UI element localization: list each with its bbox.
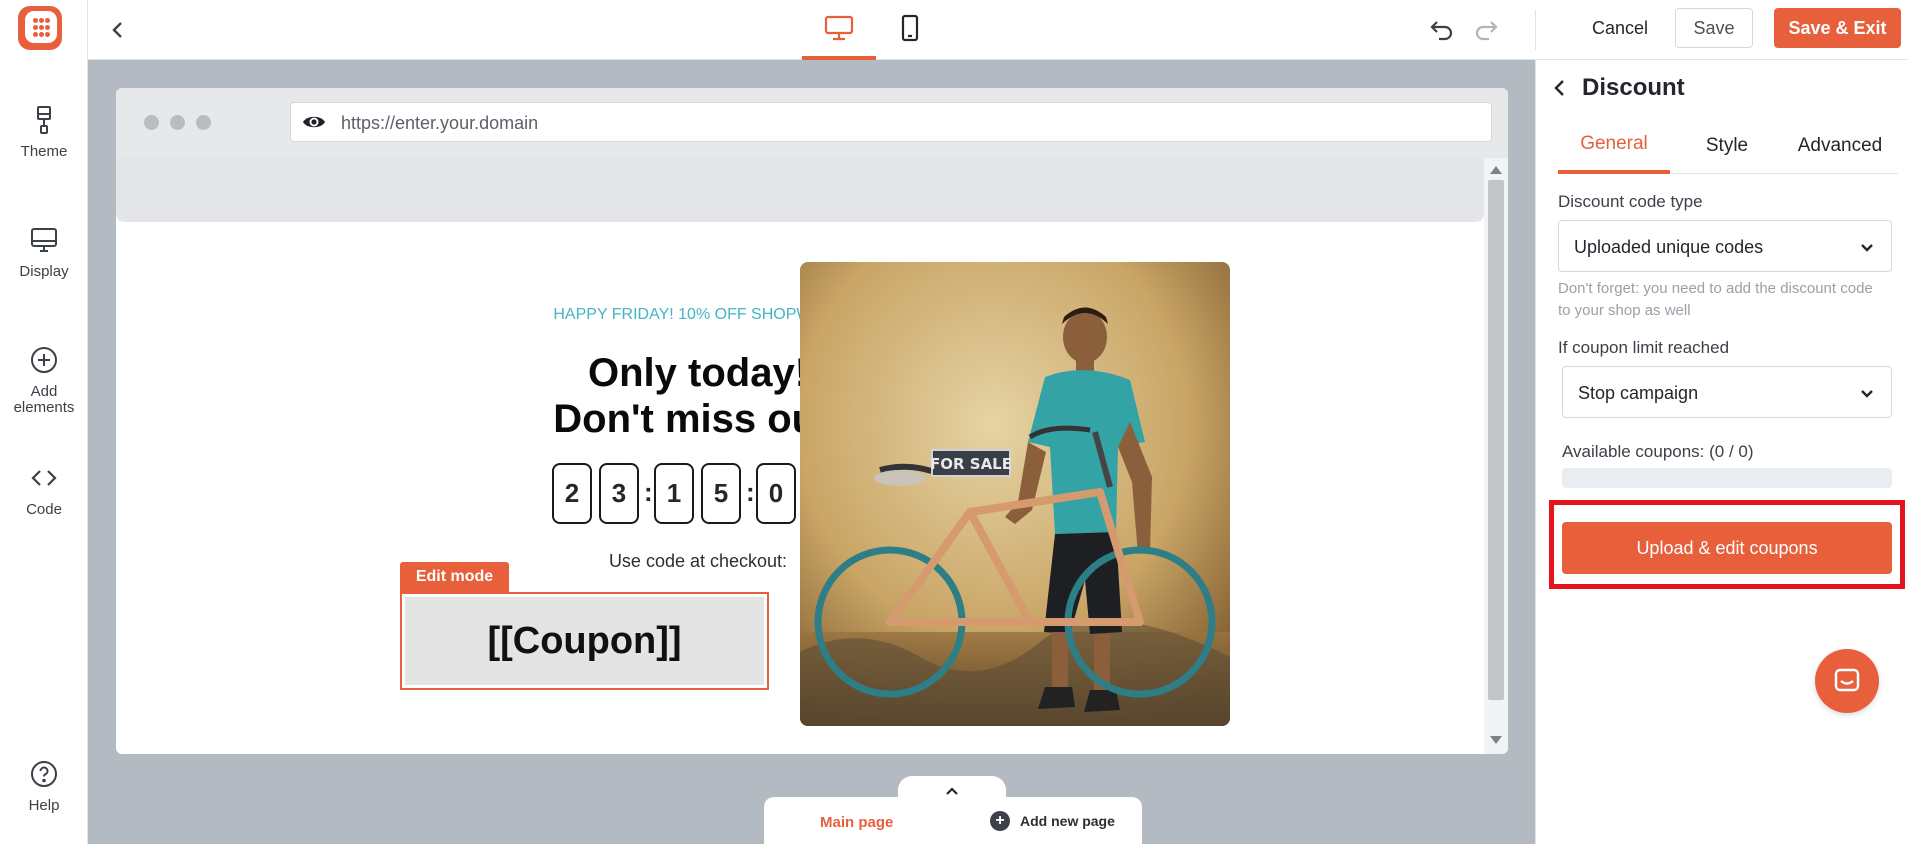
browser-preview: https://enter.your.domain HAPPY FRIDAY! …	[116, 88, 1508, 754]
coupon-limit-value: Stop campaign	[1578, 383, 1699, 403]
panel-header: Discount	[1552, 74, 1685, 102]
canvas-scrollbar[interactable]	[1484, 158, 1508, 754]
browser-chrome: https://enter.your.domain	[116, 88, 1508, 158]
toolbar-divider	[1535, 10, 1536, 50]
sidebar-item-display[interactable]: Display	[0, 224, 88, 280]
discount-type-value: Uploaded unique codes	[1574, 237, 1764, 257]
url-bar[interactable]: https://enter.your.domain	[290, 102, 1492, 142]
for-sale-sign: FOR SALE	[930, 455, 1012, 473]
countdown-digit: 2	[552, 463, 592, 524]
code-icon	[31, 470, 57, 486]
man-with-bicycle-photo: FOR SALE	[800, 262, 1230, 726]
redo-icon	[1475, 21, 1498, 41]
chevron-down-icon	[1861, 390, 1873, 398]
sidebar-item-label: Display	[19, 263, 69, 280]
monitor-icon	[31, 228, 57, 252]
save-and-exit-button[interactable]: Save & Exit	[1774, 8, 1901, 48]
panel-title: Discount	[1582, 74, 1685, 101]
mobile-icon	[901, 14, 919, 42]
pages-bar: Main page + Add new page	[764, 797, 1142, 844]
discount-type-label: Discount code type	[1558, 192, 1703, 211]
add-new-page-button[interactable]: + Add new page	[990, 811, 1115, 831]
hero-image[interactable]: FOR SALE	[800, 262, 1230, 726]
scroll-up-arrow[interactable]	[1490, 166, 1502, 174]
chevron-up-icon	[946, 787, 958, 795]
url-text: https://enter.your.domain	[341, 113, 539, 133]
sidebar-item-label: Code	[26, 501, 62, 518]
chat-icon	[1834, 668, 1860, 692]
window-dot	[144, 115, 159, 130]
chevron-down-icon	[1861, 244, 1873, 252]
eye-icon[interactable]	[301, 111, 327, 133]
coupon-code: [[Coupon]]	[405, 597, 764, 685]
tab-style[interactable]: Style	[1682, 118, 1772, 174]
highlight-box	[1549, 500, 1905, 589]
desktop-preview-button[interactable]	[802, 10, 876, 60]
sidebar-item-label: Add elements	[13, 383, 75, 416]
sidebar-item-add-elements[interactable]: Add elements	[0, 344, 88, 416]
countdown-separator: :	[644, 477, 653, 507]
tab-general[interactable]: General	[1558, 118, 1670, 174]
help-icon	[31, 761, 57, 787]
sidebar-item-code[interactable]: Code	[0, 462, 88, 518]
mobile-preview-button[interactable]	[873, 10, 947, 60]
edit-mode-badge: Edit mode	[400, 562, 509, 592]
tab-advanced[interactable]: Advanced	[1784, 118, 1896, 174]
help-label: Help	[28, 797, 60, 814]
back-button[interactable]	[100, 12, 136, 48]
coupon-element[interactable]: [[Coupon]]	[400, 592, 769, 690]
app-logo[interactable]	[18, 6, 62, 50]
countdown-timer[interactable]: 2 3 : 1 5 :	[432, 463, 755, 527]
sidebar-item-theme[interactable]: Theme	[0, 104, 88, 160]
window-dot	[196, 115, 211, 130]
available-coupons-bar	[1562, 468, 1892, 488]
discount-type-select[interactable]: Uploaded unique codes	[1558, 220, 1892, 272]
page-header-strip	[116, 158, 1484, 222]
redo-button[interactable]	[1470, 14, 1502, 46]
tab-main-page[interactable]: Main page	[820, 814, 893, 831]
desktop-icon	[824, 15, 854, 41]
settings-panel: Discount General Style Advanced Discount…	[1535, 60, 1907, 844]
top-toolbar: Cancel Save Save & Exit	[88, 0, 1907, 60]
scrollbar-thumb[interactable]	[1488, 180, 1504, 700]
undo-button[interactable]	[1426, 14, 1458, 46]
add-page-label: Add new page	[1020, 813, 1115, 829]
coupon-limit-label: If coupon limit reached	[1558, 338, 1730, 357]
save-button[interactable]: Save	[1675, 8, 1753, 48]
available-coupons-label: Available coupons: (0 / 0)	[1562, 442, 1754, 461]
countdown-digit: 0	[756, 463, 796, 524]
countdown-digit: 3	[599, 463, 639, 524]
cancel-button[interactable]: Cancel	[1575, 8, 1665, 48]
window-dot	[170, 115, 185, 130]
coupon-limit-select[interactable]: Stop campaign	[1562, 366, 1892, 418]
discount-hint: Don't forget: you need to add the discou…	[1558, 280, 1873, 319]
plus-circle-icon	[31, 347, 57, 373]
chevron-left-icon	[112, 22, 122, 38]
countdown-digit: 1	[654, 463, 694, 524]
countdown-digit: 5	[701, 463, 741, 524]
plus-icon: +	[990, 811, 1010, 831]
undo-icon	[1430, 21, 1453, 41]
chat-launcher[interactable]	[1815, 649, 1879, 713]
left-sidebar: Theme Display Add elements Code Help	[0, 0, 88, 844]
scroll-down-arrow[interactable]	[1490, 736, 1502, 744]
panel-tabs: General Style Advanced	[1558, 118, 1898, 174]
sidebar-item-label: Theme	[20, 143, 68, 160]
paintbrush-icon	[37, 106, 51, 134]
chevron-left-icon[interactable]	[1552, 78, 1568, 98]
help-button[interactable]: Help	[0, 758, 88, 814]
